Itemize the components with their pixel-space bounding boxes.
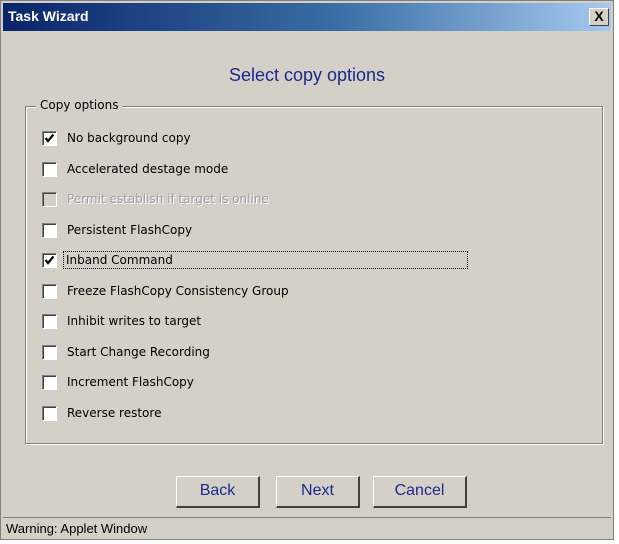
- close-button[interactable]: X: [589, 8, 609, 26]
- option-label: Persistent FlashCopy: [67, 223, 193, 237]
- checkmark-icon: [44, 133, 55, 143]
- checkbox[interactable]: [42, 283, 57, 299]
- checkbox[interactable]: [42, 161, 57, 177]
- checkbox[interactable]: [42, 222, 57, 238]
- option-reverse-restore[interactable]: Reverse restore: [42, 402, 163, 424]
- option-permit-establish-if-target-online[interactable]: Permit establish if target is online: [42, 188, 271, 210]
- title-bar[interactable]: Task Wizard X: [3, 3, 611, 31]
- option-accelerated-destage-mode[interactable]: Accelerated destage mode: [42, 158, 230, 180]
- task-wizard-window: Task Wizard X Select copy options Copy o…: [0, 0, 614, 540]
- option-label: Permit establish if target is online: [67, 192, 269, 206]
- checkbox[interactable]: [42, 374, 57, 390]
- option-increment-flashcopy[interactable]: Increment FlashCopy: [42, 371, 196, 393]
- option-label: Accelerated destage mode: [67, 162, 229, 176]
- option-label: Inhibit writes to target: [67, 314, 202, 328]
- option-start-change-recording[interactable]: Start Change Recording: [42, 341, 212, 363]
- option-label: Freeze FlashCopy Consistency Group: [67, 284, 289, 298]
- option-label: Start Change Recording: [67, 345, 210, 359]
- checkbox[interactable]: [42, 344, 57, 360]
- close-icon: X: [594, 8, 604, 24]
- checkmark-icon: [44, 255, 55, 265]
- checkbox[interactable]: [42, 252, 57, 268]
- option-label: No background copy: [67, 131, 191, 145]
- copy-options-group: Copy options No background copy Accelera…: [25, 98, 603, 444]
- window-title: Task Wizard: [8, 8, 89, 24]
- option-persistent-flashcopy[interactable]: Persistent FlashCopy: [42, 219, 194, 241]
- copy-options-group-label: Copy options: [36, 98, 123, 112]
- checkbox[interactable]: [42, 191, 57, 207]
- option-label: Increment FlashCopy: [67, 375, 194, 389]
- next-button[interactable]: Next: [276, 476, 360, 508]
- option-inband-command[interactable]: Inband Command: [42, 249, 468, 271]
- status-bar: Warning: Applet Window: [3, 517, 611, 540]
- option-inhibit-writes-to-target[interactable]: Inhibit writes to target: [42, 310, 203, 332]
- page-heading: Select copy options: [228, 65, 386, 85]
- checkbox[interactable]: [42, 130, 57, 146]
- cancel-button[interactable]: Cancel: [373, 476, 467, 508]
- checkbox[interactable]: [42, 405, 57, 421]
- back-button[interactable]: Back: [176, 476, 260, 508]
- option-no-background-copy[interactable]: No background copy: [42, 127, 193, 149]
- option-label: Reverse restore: [67, 406, 162, 420]
- checkbox[interactable]: [42, 313, 57, 329]
- option-freeze-flashcopy-consistency-group[interactable]: Freeze FlashCopy Consistency Group: [42, 280, 291, 302]
- option-label: Inband Command: [63, 251, 468, 269]
